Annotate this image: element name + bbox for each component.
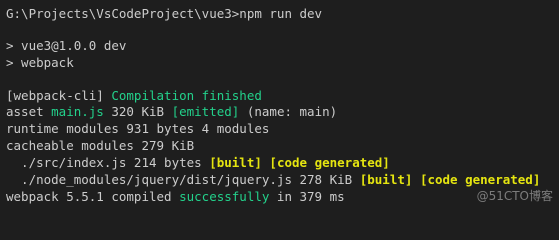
terminal-text-segment: cacheable modules 279 KiB [6, 138, 195, 153]
terminal-text-segment: > webpack [6, 55, 74, 70]
terminal-text-segment: [built] [359, 172, 413, 187]
terminal-text-segment: [built] [209, 155, 262, 170]
terminal-text-segment: (name: main) [239, 104, 338, 119]
terminal-line: cacheable modules 279 KiB [6, 138, 194, 154]
terminal-line: asset main.js 320 KiB [emitted] (name: m… [6, 104, 337, 120]
terminal-line: > webpack [6, 55, 74, 71]
terminal-text-segment: successfully [179, 189, 270, 204]
terminal-text-segment: in 379 ms [269, 189, 345, 204]
terminal-text-segment: main.js [51, 104, 104, 119]
terminal-line: > vue3@1.0.0 dev [6, 38, 126, 54]
terminal-text-segment: webpack 5.5.1 compiled [6, 189, 180, 204]
terminal-text-segment: runtime modules 931 bytes 4 modules [6, 121, 270, 136]
terminal-output[interactable]: G:\Projects\VsCodeProject\vue3>npm run d… [0, 0, 559, 210]
terminal-text-segment: 320 KiB [103, 104, 172, 119]
watermark: @51CTO博客 [477, 187, 553, 204]
terminal-text-segment: [code generated] [269, 155, 390, 170]
terminal-line: runtime modules 931 bytes 4 modules [6, 121, 269, 137]
terminal-line: ./src/index.js 214 bytes [built] [code g… [6, 155, 390, 171]
terminal-text-segment: [code generated] [419, 172, 541, 187]
watermark-text: @51CTO博客 [476, 189, 553, 203]
terminal-line: [webpack-cli] Compilation finished [6, 88, 262, 104]
terminal-text-segment: Compilation finished [111, 88, 262, 103]
terminal-line: G:\Projects\VsCodeProject\vue3>npm run d… [6, 6, 322, 22]
terminal-text-segment: ./src/index.js 214 bytes [6, 155, 210, 170]
terminal-text-segment: asset [6, 104, 52, 119]
terminal-text-segment: [emitted] [171, 104, 240, 119]
terminal-text-segment: G:\Projects\VsCodeProject\vue3>npm run d… [6, 6, 323, 21]
terminal-line: webpack 5.5.1 compiled successfully in 3… [6, 189, 345, 205]
terminal-text-segment: ./node_modules/jquery/dist/jquery.js 278… [6, 172, 360, 187]
terminal-text-segment: > vue3@1.0.0 dev [6, 38, 127, 53]
terminal-line: ./node_modules/jquery/dist/jquery.js 278… [6, 172, 540, 188]
terminal-text-segment: [webpack-cli] [6, 88, 112, 103]
